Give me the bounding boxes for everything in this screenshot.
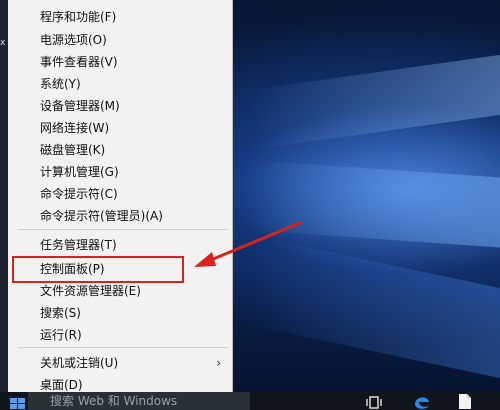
menu-item-search[interactable]: 搜索(S) — [8, 302, 233, 324]
menu-item-command-prompt-admin[interactable]: 命令提示符(管理员)(A) — [8, 205, 233, 227]
background-window-edge: x — [0, 0, 8, 392]
wallpaper-light-beam — [250, 235, 500, 385]
menu-item-power-options[interactable]: 电源选项(O) — [8, 29, 233, 51]
menu-item-system[interactable]: 系统(Y) — [8, 73, 233, 95]
menu-item-shutdown-signout[interactable]: 关机或注销(U) › — [8, 352, 233, 374]
menu-item-event-viewer[interactable]: 事件查看器(V) — [8, 51, 233, 73]
task-view-icon[interactable] — [365, 394, 383, 410]
annotation-highlight-box — [12, 256, 184, 283]
edge-browser-icon[interactable] — [412, 392, 432, 410]
file-icon[interactable] — [458, 393, 472, 410]
winx-context-menu: 程序和功能(F) 电源选项(O) 事件查看器(V) 系统(Y) 设备管理器(M)… — [8, 0, 233, 392]
menu-item-file-explorer[interactable]: 文件资源管理器(E) — [8, 280, 233, 302]
menu-item-task-manager[interactable]: 任务管理器(T) — [8, 234, 233, 256]
menu-item-command-prompt[interactable]: 命令提示符(C) — [8, 183, 233, 205]
windows-start-icon[interactable] — [8, 396, 30, 410]
menu-separator — [18, 347, 228, 348]
menu-item-network-connections[interactable]: 网络连接(W) — [8, 117, 233, 139]
close-icon[interactable]: x — [0, 38, 8, 48]
menu-item-disk-management[interactable]: 磁盘管理(K) — [8, 139, 233, 161]
taskbar-search-box[interactable]: 搜索 Web 和 Windows — [28, 392, 250, 410]
wallpaper-light-beam — [250, 160, 500, 250]
menu-item-run[interactable]: 运行(R) — [8, 324, 233, 346]
menu-item-programs-features[interactable]: 程序和功能(F) — [8, 6, 233, 28]
menu-separator — [18, 229, 228, 230]
wallpaper-light-beam — [250, 50, 500, 150]
menu-item-computer-management[interactable]: 计算机管理(G) — [8, 161, 233, 183]
chevron-right-icon: › — [216, 356, 221, 370]
menu-item-device-manager[interactable]: 设备管理器(M) — [8, 95, 233, 117]
menu-item-label: 关机或注销(U) — [40, 356, 119, 370]
